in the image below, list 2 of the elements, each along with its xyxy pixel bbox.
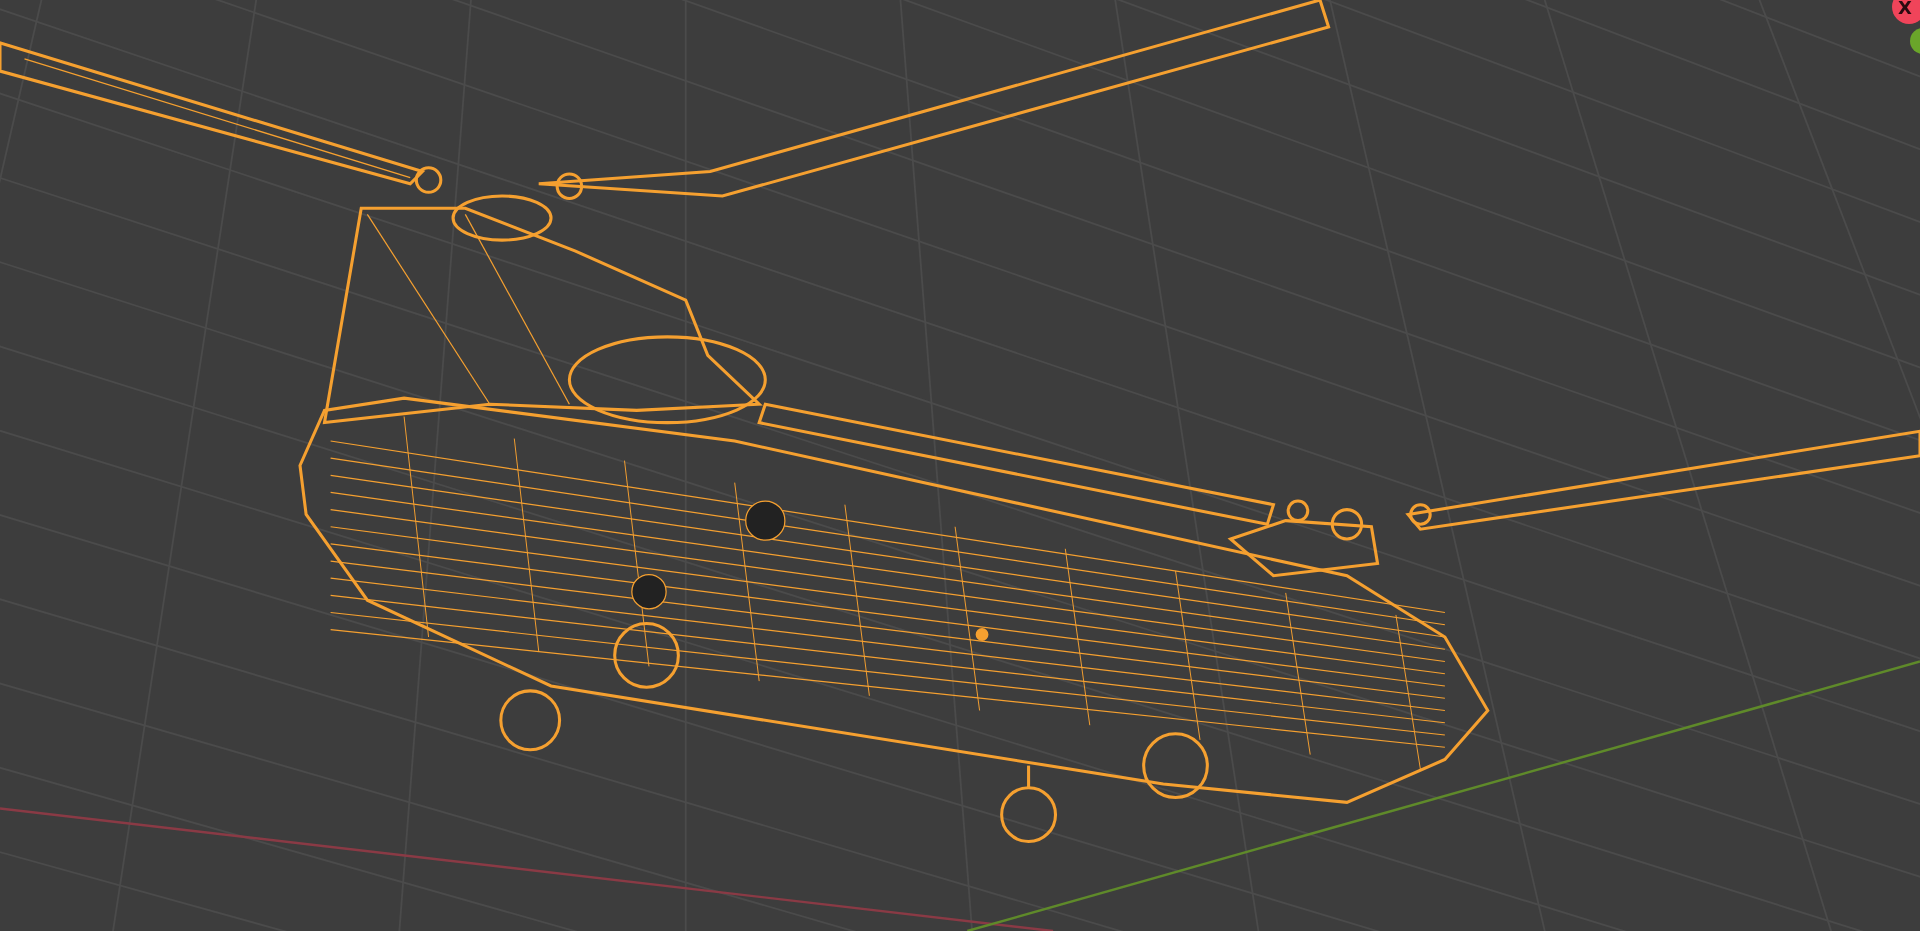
3d-viewport[interactable]: X bbox=[0, 0, 1920, 931]
gizmo-x-axis-handle[interactable]: X bbox=[1892, 0, 1920, 24]
